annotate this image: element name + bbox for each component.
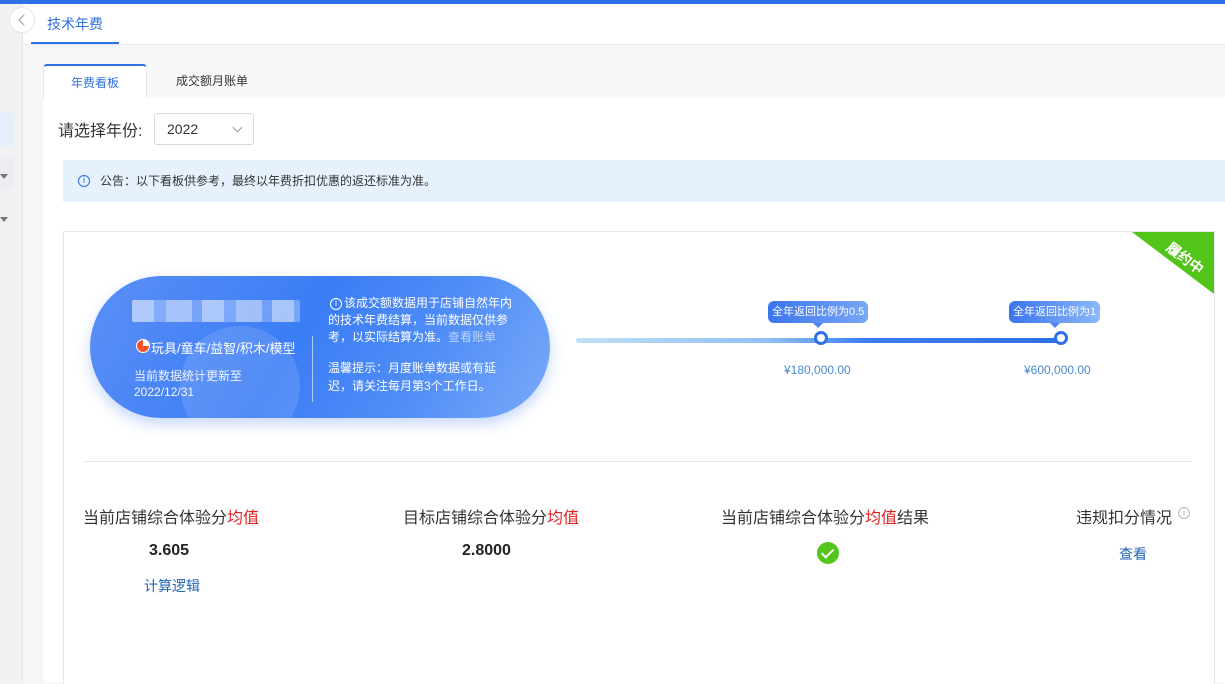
caret-down-icon[interactable] — [0, 217, 8, 222]
title-highlight: 均值 — [865, 510, 898, 527]
year-select[interactable]: 2022 — [154, 113, 254, 145]
title-text: 当前店铺综合体验分 — [83, 510, 228, 527]
notice-banner: i 公告：以下看板供参考，最终以年费折扣优惠的返还标准为准。 — [63, 160, 1225, 202]
divider — [312, 336, 313, 402]
gmv-note: 该成交额数据用于店铺自然年内的技术年费结算，当前数据仅供参考，以实际结算为准。查… — [328, 295, 518, 346]
tab-monthly-gmv-bill[interactable]: 成交额月账单 — [147, 64, 277, 98]
page-header: 技术年费 — [23, 4, 1225, 45]
milestone-tooltip: 全年返回比例为0.5 — [768, 301, 869, 328]
tab-annual-fee-board[interactable]: 年费看板 — [43, 64, 147, 98]
target-score-title: 目标店铺综合体验分均值 — [403, 504, 579, 528]
check-circle-icon — [817, 542, 839, 564]
status-ribbon-text: 履约中 — [1163, 238, 1207, 278]
title-text: 目标店铺综合体验分 — [403, 510, 548, 527]
current-score-title: 当前店铺综合体验分均值 — [83, 504, 259, 528]
main-content: 年费看板 成交额月账单 请选择年份: 2022 i 公告：以下看板供参考，最终以… — [43, 64, 1225, 684]
data-updated-text: 当前数据统计更新至2022/12/31 — [134, 369, 243, 399]
title-highlight: 均值 — [227, 510, 260, 527]
chevron-down-icon — [232, 122, 243, 133]
title-text: 当前店铺综合体验分 — [721, 510, 866, 527]
store-name-redacted — [132, 300, 300, 322]
target-score-value: 2.8000 — [462, 542, 511, 559]
year-select-value: 2022 — [167, 121, 199, 137]
milestone-amount: ¥180,000.00 — [784, 363, 851, 377]
info-icon[interactable]: i — [1178, 507, 1190, 519]
tab-tech-annual-fee[interactable]: 技术年费 — [31, 4, 119, 44]
status-ribbon: 履约中 — [1132, 232, 1214, 294]
violation-title: 违规扣分情况 — [1076, 510, 1173, 527]
calc-logic-link[interactable]: 计算逻辑 — [144, 576, 200, 596]
year-select-label: 请选择年份: — [58, 123, 143, 140]
rail-item[interactable] — [0, 156, 14, 190]
category-pie-icon — [136, 339, 150, 353]
title-suffix: 结果 — [897, 510, 930, 527]
sub-tabs: 年费看板 成交额月账单 — [43, 64, 1225, 98]
section-divider — [84, 461, 1192, 462]
store-info-card: 玩具/童车/益智/积木/模型 当前数据统计更新至2022/12/31 i 该成交… — [90, 276, 550, 418]
title-highlight: 均值 — [547, 510, 580, 527]
milestone-node — [814, 331, 828, 345]
caret-down-icon[interactable] — [0, 174, 8, 179]
info-icon: i — [78, 175, 90, 187]
milestone-amount: ¥600,000.00 — [1024, 363, 1091, 377]
dashboard-card: 履约中 玩具/童车/益智/积木/模型 当前数据统计更新至2022/12/31 i… — [63, 231, 1215, 684]
milestone-tooltip: 全年返回比例为1 — [1009, 301, 1101, 328]
notice-text: 公告：以下看板供参考，最终以年费折扣优惠的返还标准为准。 — [100, 174, 437, 188]
collapse-chevron-left-icon[interactable] — [9, 7, 35, 33]
score-result-title: 当前店铺综合体验分均值结果 — [721, 504, 929, 528]
milestone-node — [1054, 331, 1068, 345]
left-nav-rail — [0, 4, 23, 683]
store-category: 玩具/童车/益智/积木/模型 — [151, 341, 296, 356]
view-bill-link[interactable]: 查看账单 — [448, 330, 496, 344]
reminder-text: 温馨提示：月度账单数据或有延迟，请关注每月第3个工作日。 — [328, 361, 497, 393]
view-violation-link[interactable]: 查看 — [1119, 544, 1147, 564]
current-score-value: 3.605 — [149, 542, 190, 559]
rail-selected-item[interactable] — [0, 112, 14, 146]
